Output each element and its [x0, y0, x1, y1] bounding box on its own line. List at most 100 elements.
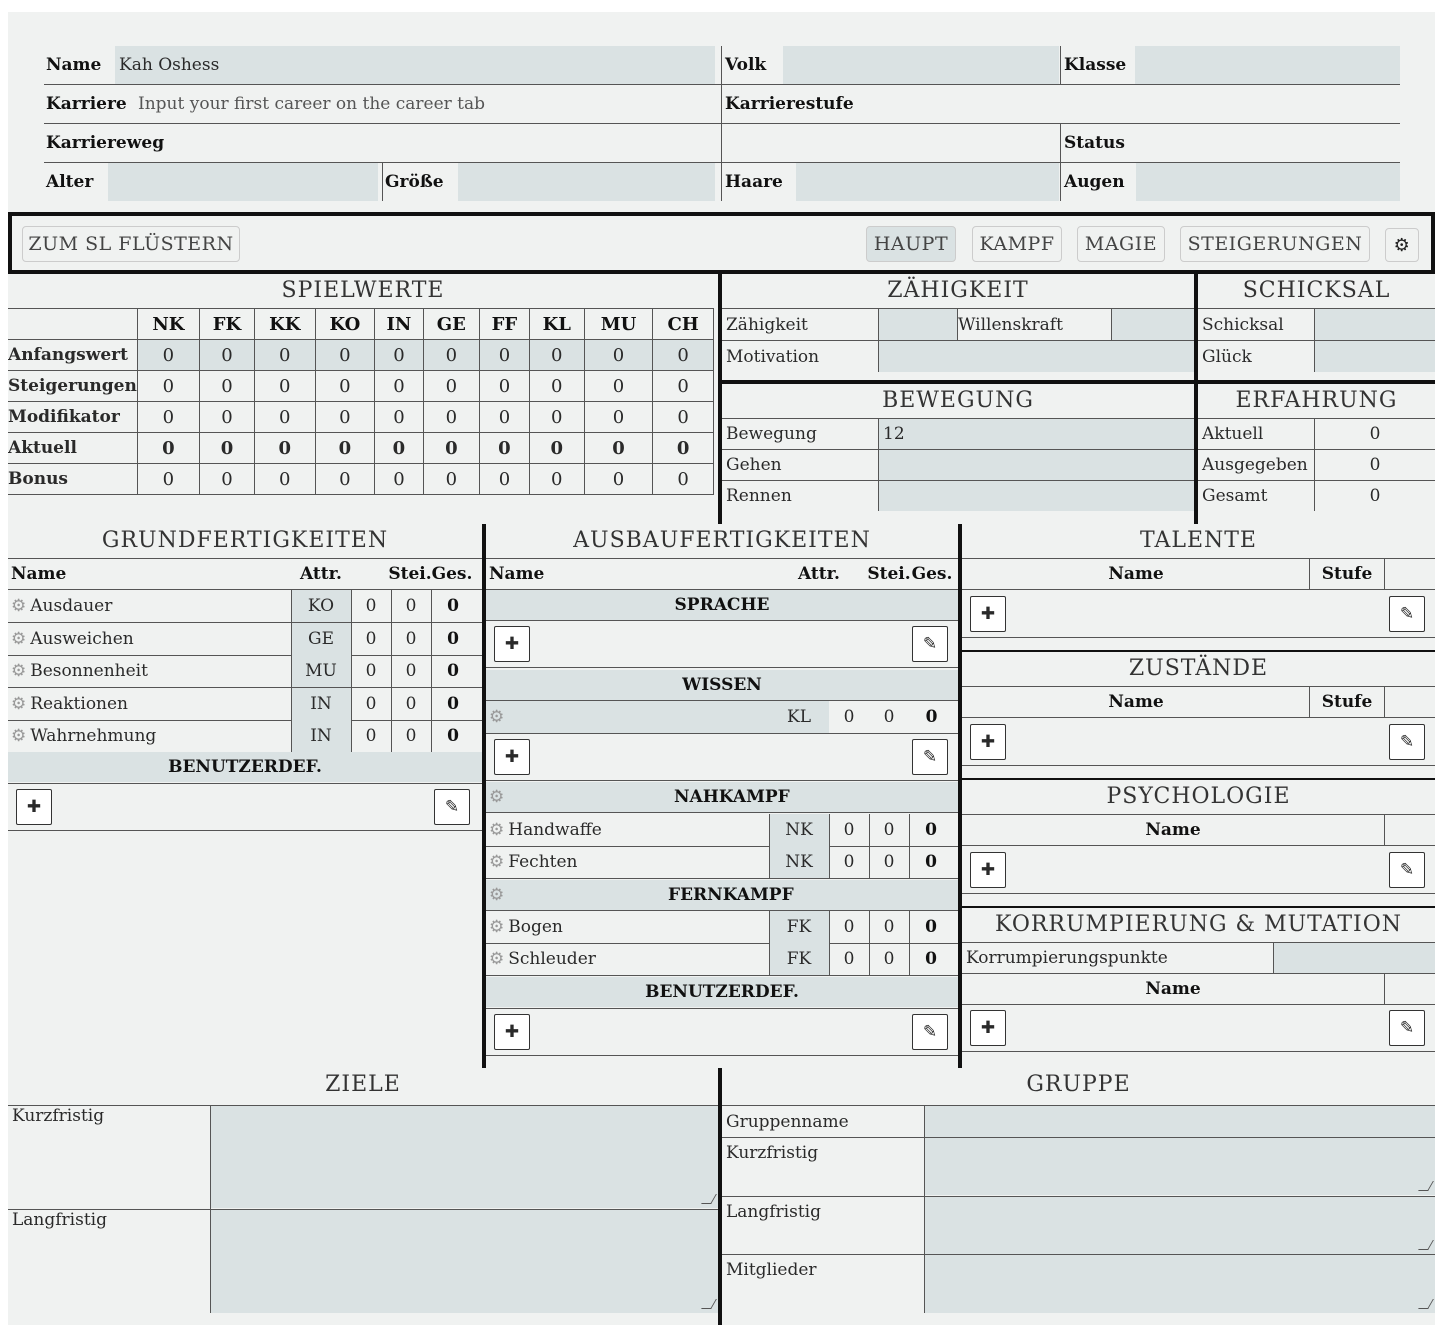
mitglieder-textarea[interactable] — [925, 1255, 1435, 1313]
tab-steigerungen[interactable]: STEIGERUNGEN — [1180, 226, 1370, 262]
value-cell[interactable]: 0 — [351, 590, 391, 622]
add-icon[interactable]: ✚ — [970, 596, 1006, 632]
value-cell[interactable]: 0 — [829, 701, 869, 733]
skill-row[interactable]: ⚙ Fechten — [486, 846, 769, 878]
stei-cell[interactable]: 0 — [869, 846, 909, 878]
gear-icon[interactable]: ⚙ — [11, 661, 26, 681]
value-cell[interactable]: 0 — [829, 814, 869, 846]
xp-gesamt-value[interactable]: 0 — [1315, 481, 1435, 511]
tab-haupt[interactable]: HAUPT — [866, 226, 956, 262]
skill-row[interactable]: ⚙ Ausdauer — [8, 590, 291, 622]
gear-icon[interactable]: ⚙ — [489, 852, 504, 872]
edit-pencil-icon[interactable]: ✎ — [912, 626, 948, 662]
value-cell[interactable]: 0 — [351, 688, 391, 720]
attribute-value[interactable]: 0 — [314, 339, 376, 371]
attribute-value[interactable]: 0 — [136, 370, 200, 402]
karriere-field[interactable]: Input your first career on the career ta… — [138, 85, 485, 123]
haare-field[interactable] — [796, 163, 1059, 201]
gruppe-lang-textarea[interactable] — [925, 1197, 1435, 1254]
attribute-value[interactable]: 0 — [479, 339, 530, 371]
attribute-value[interactable]: 0 — [198, 339, 256, 371]
value-cell[interactable]: 0 — [829, 911, 869, 943]
alter-field[interactable] — [108, 163, 378, 201]
stei-cell[interactable]: 0 — [869, 701, 909, 733]
add-icon[interactable]: ✚ — [494, 626, 530, 662]
value-cell[interactable]: 0 — [351, 623, 391, 655]
add-icon[interactable]: ✚ — [970, 724, 1006, 760]
glueck-field[interactable] — [1315, 341, 1435, 372]
skill-row[interactable]: ⚙ Ausweichen — [8, 623, 291, 655]
edit-pencil-icon[interactable]: ✎ — [434, 789, 470, 825]
wissen-row[interactable]: ⚙ — [486, 701, 769, 733]
xp-ausgegeben-value[interactable]: 0 — [1315, 450, 1435, 480]
augen-field[interactable] — [1136, 163, 1400, 201]
korrumpierungspunkte-field[interactable] — [1274, 943, 1435, 973]
gear-icon[interactable]: ⚙ — [11, 629, 26, 649]
edit-pencil-icon[interactable]: ✎ — [912, 1014, 948, 1050]
stei-cell[interactable]: 0 — [391, 655, 431, 687]
edit-pencil-icon[interactable]: ✎ — [912, 739, 948, 775]
zaehigkeit-field[interactable] — [879, 309, 957, 340]
attribute-value[interactable]: 0 — [422, 339, 481, 371]
skill-row[interactable]: ⚙ Besonnenheit — [8, 655, 291, 687]
stei-cell[interactable]: 0 — [391, 590, 431, 622]
xp-aktuell-value[interactable]: 0 — [1315, 419, 1435, 449]
gruppe-kurz-textarea[interactable] — [925, 1138, 1435, 1195]
gear-icon[interactable]: ⚙ — [489, 787, 504, 807]
skill-row[interactable]: ⚙ Bogen — [486, 911, 769, 943]
gear-icon[interactable]: ⚙ — [489, 820, 504, 840]
skill-row[interactable]: ⚙ Handwaffe — [486, 814, 769, 846]
skill-row[interactable]: ⚙ Wahrnehmung — [8, 720, 291, 752]
attribute-value[interactable]: 0 — [198, 370, 256, 402]
attribute-value[interactable]: 0 — [254, 339, 316, 371]
whisper-gm-button[interactable]: ZUM SL FLÜSTERN — [22, 226, 240, 262]
stei-cell[interactable]: 0 — [869, 943, 909, 975]
attribute-value[interactable]: 0 — [479, 370, 530, 402]
groesse-field[interactable] — [458, 163, 715, 201]
attribute-value[interactable]: 0 — [374, 370, 424, 402]
stei-cell[interactable]: 0 — [869, 814, 909, 846]
attribute-value[interactable]: 0 — [422, 370, 481, 402]
value-cell[interactable]: 0 — [829, 846, 869, 878]
gehen-field[interactable] — [879, 450, 1194, 480]
attribute-value[interactable]: 0 — [528, 339, 585, 371]
schicksal-field[interactable] — [1315, 309, 1435, 340]
volk-field[interactable] — [783, 46, 1059, 84]
edit-pencil-icon[interactable]: ✎ — [1389, 1010, 1425, 1046]
willenskraft-field[interactable] — [1112, 309, 1194, 340]
add-icon[interactable]: ✚ — [970, 1010, 1006, 1046]
add-icon[interactable]: ✚ — [494, 739, 530, 775]
gear-icon[interactable]: ⚙ — [489, 917, 504, 937]
add-icon[interactable]: ✚ — [970, 852, 1006, 888]
stei-cell[interactable]: 0 — [391, 720, 431, 752]
skill-row[interactable]: ⚙ Schleuder — [486, 943, 769, 975]
attribute-value[interactable]: 0 — [374, 339, 424, 371]
attribute-value[interactable]: 0 — [652, 339, 714, 371]
gear-icon[interactable]: ⚙ — [11, 596, 26, 616]
klasse-field[interactable] — [1135, 46, 1400, 84]
attribute-value[interactable]: 0 — [136, 339, 200, 371]
add-icon[interactable]: ✚ — [16, 789, 52, 825]
edit-pencil-icon[interactable]: ✎ — [1389, 724, 1425, 760]
value-cell[interactable]: 0 — [829, 943, 869, 975]
bewegung-field[interactable]: 12 — [879, 419, 1194, 449]
ziele-lang-textarea[interactable] — [211, 1210, 718, 1313]
settings-gear-icon[interactable]: ⚙ — [1385, 228, 1419, 262]
edit-pencil-icon[interactable]: ✎ — [1389, 596, 1425, 632]
edit-pencil-icon[interactable]: ✎ — [1389, 852, 1425, 888]
attribute-value[interactable]: 0 — [652, 370, 714, 402]
stei-cell[interactable]: 0 — [869, 911, 909, 943]
value-cell[interactable]: 0 — [351, 655, 391, 687]
attribute-value[interactable]: 0 — [254, 370, 316, 402]
gear-icon[interactable]: ⚙ — [11, 726, 26, 746]
ziele-kurz-textarea[interactable] — [211, 1106, 718, 1208]
gear-icon[interactable]: ⚙ — [11, 694, 26, 714]
gear-icon[interactable]: ⚙ — [489, 707, 504, 727]
gear-icon[interactable]: ⚙ — [489, 885, 504, 905]
attribute-value[interactable]: 0 — [583, 370, 654, 402]
gear-icon[interactable]: ⚙ — [489, 949, 504, 969]
attribute-value[interactable]: 0 — [314, 370, 376, 402]
attribute-value[interactable]: 0 — [583, 339, 654, 371]
value-cell[interactable]: 0 — [351, 720, 391, 752]
tab-kampf[interactable]: KAMPF — [972, 226, 1062, 262]
